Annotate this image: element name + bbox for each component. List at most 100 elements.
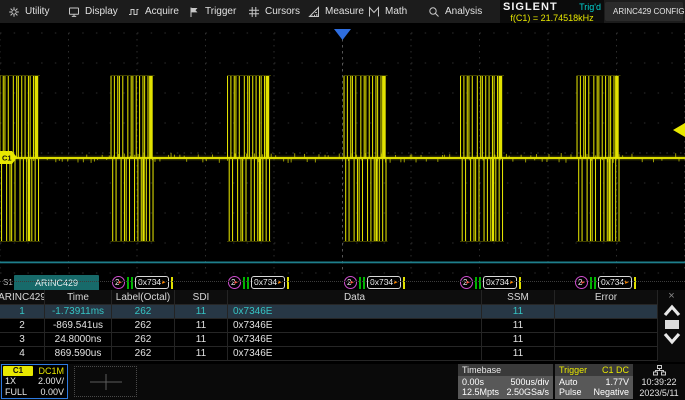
channel1-coupling: DC1M <box>38 366 67 376</box>
cell-time: -1.73911ms <box>45 305 112 319</box>
decode-data-bubble: 0x734▸ <box>598 276 632 289</box>
channel1-probe: 1X <box>5 376 16 387</box>
menu-item-cursors[interactable]: Cursors <box>240 0 300 23</box>
cell-index: 1 <box>0 305 45 319</box>
analysis-icon <box>428 6 440 18</box>
menu-item-label: Display <box>85 6 118 17</box>
cell-index: 2 <box>0 319 45 333</box>
menu-item-label: Trigger <box>205 6 236 17</box>
cell-data: 0x7346E <box>228 347 482 361</box>
cell-label: 262 <box>112 333 175 347</box>
table-row[interactable]: 1-1.73911ms262110x7346E11 <box>0 305 658 319</box>
bus-name-box[interactable]: ARINC429 <box>14 275 99 291</box>
cell-data: 0x7346E <box>228 333 482 347</box>
channel1-badge: C1 <box>3 366 33 376</box>
timebase-samplerate: 2.50GSa/s <box>506 388 549 397</box>
timebase-memory: 12.5Mpts <box>462 388 499 397</box>
scrollbar-thumb[interactable] <box>665 320 679 329</box>
menu-item-acquire[interactable]: Acquire <box>120 0 180 23</box>
cursors-icon <box>248 6 260 18</box>
frequency-counter: f(C1) = 21.74518kHz <box>500 13 604 23</box>
decode-start-bar <box>243 277 245 289</box>
decode-label-bubble: 2▸ <box>228 276 241 289</box>
status-time: 10:39:22 <box>641 378 676 387</box>
menu-item-trigger[interactable]: Trigger <box>180 0 240 23</box>
menu-item-analysis[interactable]: Analysis <box>420 0 480 23</box>
channel1-panel[interactable]: C1 DC1M 1X 2.00V/ FULL 0.00V <box>1 364 68 399</box>
trigger-title: Trigger <box>559 365 587 375</box>
decode-data-bubble: 0x734▸ <box>251 276 285 289</box>
scroll-down-icon[interactable] <box>662 331 682 346</box>
decode-start-bar <box>594 277 596 289</box>
cell-ssm: 11 <box>482 347 555 361</box>
decode-end-bar <box>287 277 289 289</box>
cell-index: 3 <box>0 333 45 347</box>
brand-block: SIGLENT Trig'd f(C1) = 21.74518kHz <box>500 0 604 23</box>
table-header-cell: Label(Octal) <box>112 290 175 305</box>
table-header-row: ARINC429TimeLabel(Octal)SDIDataSSMError <box>0 290 658 305</box>
menu-item-utility[interactable]: Utility <box>0 0 60 23</box>
status-date: 2023/5/11 <box>639 389 678 398</box>
cell-time: -869.541us <box>45 319 112 333</box>
trigger-slope: Negative <box>593 388 629 397</box>
cell-index: 4 <box>0 347 45 361</box>
decode-start-bar <box>127 277 129 289</box>
cell-label: 262 <box>112 305 175 319</box>
timebase-panel[interactable]: Timebase 0.00s 500us/div 12.5Mpts 2.50GS… <box>458 364 553 399</box>
decode-label-bubble: 2▸ <box>344 276 357 289</box>
decode-bubble: 2▸ 0x734▸ <box>228 274 289 291</box>
menu-item-label: Analysis <box>445 6 482 17</box>
decode-start-bar <box>247 277 249 289</box>
arinc429-config-button[interactable]: ARINC429 CONFIG <box>605 2 683 21</box>
trigger-level-marker[interactable] <box>673 123 685 137</box>
decode-end-bar <box>634 277 636 289</box>
table-close-icon[interactable]: × <box>658 290 685 303</box>
table-row[interactable]: 2-869.541us262110x7346E11 <box>0 319 658 333</box>
table-header-cell: Data <box>228 290 482 305</box>
decode-end-bar <box>403 277 405 289</box>
trigger-type: Pulse <box>559 388 582 397</box>
decode-start-bar <box>590 277 592 289</box>
decode-label-bubble: 2▸ <box>112 276 125 289</box>
decode-data-bubble: 0x734▸ <box>483 276 517 289</box>
decode-label-bubble: 2▸ <box>460 276 473 289</box>
grid-separator <box>0 281 685 282</box>
flag-icon <box>188 6 200 18</box>
decode-end-bar <box>519 277 521 289</box>
measure-icon <box>308 6 320 18</box>
decode-bubble: 2▸0x734▸ <box>112 274 173 291</box>
cell-data: 0x7346E <box>228 305 482 319</box>
menu-item-label: Cursors <box>265 6 300 17</box>
add-channel-button[interactable] <box>74 366 137 397</box>
trigger-panel[interactable]: Trigger C1 DC Auto 1.77V Pulse Negative <box>555 364 633 399</box>
cell-error <box>555 333 658 347</box>
cell-time: 24.8000ns <box>45 333 112 347</box>
trigger-position-marker[interactable] <box>334 29 351 40</box>
table-row[interactable]: 4869.590us262110x7346E11 <box>0 347 658 361</box>
channel1-bandwidth: FULL <box>5 387 27 398</box>
math-icon <box>368 6 380 18</box>
decode-bubble: 2▸0x734▸ <box>575 274 636 291</box>
decode-start-bar <box>131 277 133 289</box>
menu-item-measure[interactable]: Measure <box>300 0 360 23</box>
decode-end-bar <box>171 277 173 289</box>
display-icon <box>68 6 80 18</box>
menu-item-label: Measure <box>325 6 364 17</box>
table-row[interactable]: 324.8000ns262110x7346E11 <box>0 333 658 347</box>
bus-slot-label: S1 <box>3 278 13 287</box>
menu-items: UtilityDisplayAcquireTriggerCursorsMeasu… <box>0 0 480 23</box>
decode-bubble: 2▸ 0x734▸ <box>460 274 521 291</box>
table-header-cell: ARINC429 <box>0 290 45 305</box>
decode-start-bar <box>359 277 361 289</box>
menu-item-math[interactable]: Math <box>360 0 420 23</box>
cell-ssm: 11 <box>482 319 555 333</box>
decode-bubble: 2▸0x734▸ <box>344 274 405 291</box>
waveform-grid: C1 S1 ARINC429 2▸0x734▸2▸0x734▸2▸0x734▸2… <box>0 23 685 278</box>
cell-sdi: 11 <box>175 319 228 333</box>
scroll-up-icon[interactable] <box>662 303 682 318</box>
plus-icon <box>89 373 123 391</box>
menu-item-display[interactable]: Display <box>60 0 120 23</box>
clock-panel: 10:39:22 2023/5/11 <box>633 364 685 399</box>
cell-ssm: 11 <box>482 305 555 319</box>
table-header-cell: SDI <box>175 290 228 305</box>
